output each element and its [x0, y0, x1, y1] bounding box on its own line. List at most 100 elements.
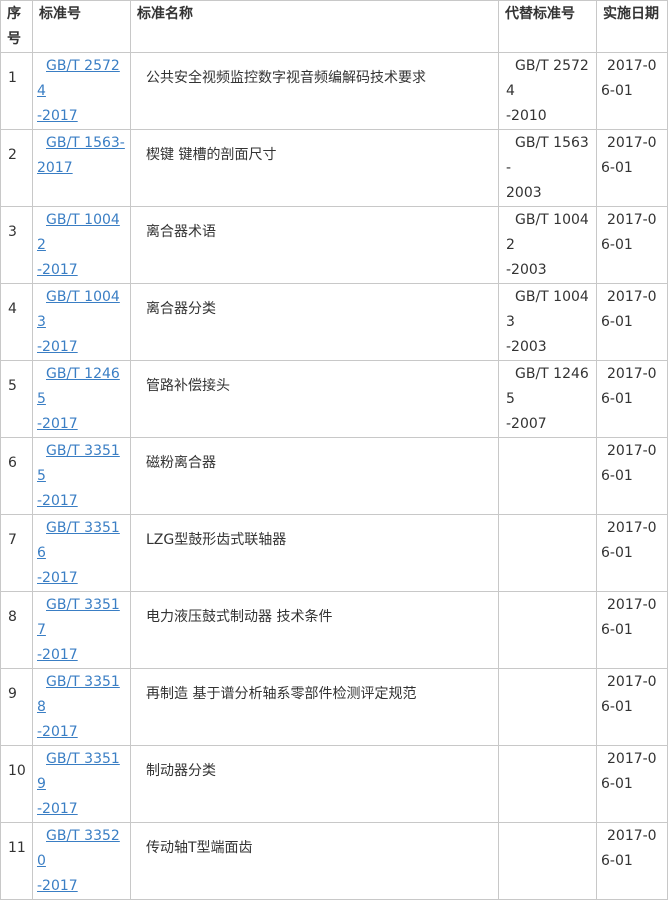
implementation-date-cell: 2017-0 6-01: [596, 437, 668, 515]
replaced-code: [500, 670, 596, 671]
header-date: 实施日期: [596, 0, 668, 53]
implementation-date-cell: 2017-0 6-01: [596, 745, 668, 823]
replaced-code-cell: GB/T 1563- 2003: [498, 129, 597, 207]
implementation-date: 2017-0 6-01: [601, 289, 657, 330]
standard-code-link[interactable]: GB/T 33518 -2017: [37, 674, 120, 740]
standard-code-cell: GB/T 33519 -2017: [32, 745, 131, 823]
replaced-code-cell: [498, 745, 597, 823]
replaced-code: [500, 747, 596, 748]
standard-name-cell: 楔键 键槽的剖面尺寸: [130, 129, 499, 207]
table-row: 9 GB/T 33518 -2017 再制造 基于谱分析轴系零部件检测评定规范 2017…: [0, 668, 668, 746]
standard-code-wrap: GB/T 33515 -2017: [34, 439, 130, 514]
replaced-code-cell: [498, 668, 597, 746]
replaced-code-cell: GB/T 10042 -2003: [498, 206, 597, 284]
table-row: 8 GB/T 33517 -2017 电力液压鼓式制动器 技术条件 2017-0 6-01: [0, 591, 668, 669]
implementation-date: 2017-0 6-01: [601, 212, 657, 253]
implementation-date: 2017-0 6-01: [601, 520, 657, 561]
table-row: 11 GB/T 33520 -2017 传动轴T型端面齿 2017-0 6-01: [0, 822, 668, 900]
implementation-date: 2017-0 6-01: [601, 366, 657, 407]
replaced-code-cell: [498, 822, 597, 900]
standard-code-cell: GB/T 33515 -2017: [32, 437, 131, 515]
standard-name-cell: 制动器分类: [130, 745, 499, 823]
replaced-code-cell: GB/T 25724 -2010: [498, 52, 597, 130]
standard-name: 楔键 键槽的剖面尺寸: [146, 147, 277, 163]
row-number: 9: [8, 686, 17, 702]
standard-name-cell: 磁粉离合器: [130, 437, 499, 515]
standard-code-wrap: GB/T 33519 -2017: [34, 747, 130, 822]
standard-code-cell: GB/T 33517 -2017: [32, 591, 131, 669]
implementation-date: 2017-0 6-01: [601, 597, 657, 638]
standard-code-link[interactable]: GB/T 10043 -2017: [37, 289, 120, 355]
replaced-code: [500, 516, 596, 517]
standard-code-cell: GB/T 10042 -2017: [32, 206, 131, 284]
standard-code-link[interactable]: GB/T 1563- 2017: [37, 135, 125, 176]
standard-code-link[interactable]: GB/T 33517 -2017: [37, 597, 120, 663]
standard-code-cell: GB/T 33516 -2017: [32, 514, 131, 592]
table-row: 5 GB/T 12465 -2017 管路补偿接头 GB/T 12465 -2007 201…: [0, 360, 668, 438]
replaced-code: GB/T 25724 -2010: [506, 58, 589, 124]
row-number-cell: 2: [0, 129, 33, 207]
implementation-date-cell: 2017-0 6-01: [596, 591, 668, 669]
standard-code-cell: GB/T 25724 -2017: [32, 52, 131, 130]
row-number-cell: 7: [0, 514, 33, 592]
table-row: 10 GB/T 33519 -2017 制动器分类 2017-0 6-01: [0, 745, 668, 823]
standard-code-link[interactable]: GB/T 33519 -2017: [37, 751, 120, 817]
implementation-date-cell: 2017-0 6-01: [596, 822, 668, 900]
replaced-code-cell: [498, 437, 597, 515]
standard-name-cell: 电力液压鼓式制动器 技术条件: [130, 591, 499, 669]
standard-code-wrap: GB/T 1563- 2017: [34, 131, 130, 182]
implementation-date-cell: 2017-0 6-01: [596, 668, 668, 746]
header-replaced: 代替标准号: [498, 0, 597, 53]
standard-code-cell: GB/T 33520 -2017: [32, 822, 131, 900]
standard-code-link[interactable]: GB/T 33515 -2017: [37, 443, 120, 509]
replaced-code-cell: GB/T 10043 -2003: [498, 283, 597, 361]
row-number: 10: [8, 763, 26, 779]
standard-code-link[interactable]: GB/T 10042 -2017: [37, 212, 120, 278]
row-number: 3: [8, 224, 17, 240]
standard-code-cell: GB/T 1563- 2017: [32, 129, 131, 207]
standard-name: 电力液压鼓式制动器 技术条件: [146, 609, 333, 625]
standard-name: 离合器分类: [146, 301, 216, 317]
replaced-code: GB/T 10042 -2003: [506, 212, 589, 278]
standard-code-cell: GB/T 12465 -2017: [32, 360, 131, 438]
row-number: 5: [8, 378, 17, 394]
row-number-cell: 10: [0, 745, 33, 823]
replaced-code-cell: GB/T 12465 -2007: [498, 360, 597, 438]
standard-name-cell: 管路补偿接头: [130, 360, 499, 438]
implementation-date-cell: 2017-0 6-01: [596, 360, 668, 438]
standard-code-link[interactable]: GB/T 33520 -2017: [37, 828, 120, 894]
header-name: 标准名称: [130, 0, 499, 53]
row-number: 11: [8, 840, 26, 856]
standard-name-cell: 离合器术语: [130, 206, 499, 284]
row-number-cell: 8: [0, 591, 33, 669]
row-number: 7: [8, 532, 17, 548]
row-number: 4: [8, 301, 17, 317]
replaced-code: GB/T 10043 -2003: [506, 289, 589, 355]
standard-name: 管路补偿接头: [146, 378, 230, 394]
row-number: 1: [8, 70, 17, 86]
header-row: 序号 标准号 标准名称 代替标准号 实施日期: [0, 0, 668, 53]
standard-code-wrap: GB/T 12465 -2017: [34, 362, 130, 437]
implementation-date: 2017-0 6-01: [601, 751, 657, 792]
standard-name-cell: 离合器分类: [130, 283, 499, 361]
standard-name-cell: 公共安全视频监控数字视音频编解码技术要求: [130, 52, 499, 130]
row-number-cell: 5: [0, 360, 33, 438]
standard-code-wrap: GB/T 33516 -2017: [34, 516, 130, 591]
row-number-cell: 9: [0, 668, 33, 746]
standard-code-link[interactable]: GB/T 33516 -2017: [37, 520, 120, 586]
standard-code-cell: GB/T 33518 -2017: [32, 668, 131, 746]
standard-code-wrap: GB/T 33520 -2017: [34, 824, 130, 899]
row-number-cell: 4: [0, 283, 33, 361]
replaced-code: [500, 593, 596, 594]
standard-code-wrap: GB/T 25724 -2017: [34, 54, 130, 129]
row-number-cell: 11: [0, 822, 33, 900]
table-row: 7 GB/T 33516 -2017 LZG型鼓形齿式联轴器 2017-0 6-01: [0, 514, 668, 592]
standard-code-wrap: GB/T 10042 -2017: [34, 208, 130, 283]
standard-name-cell: LZG型鼓形齿式联轴器: [130, 514, 499, 592]
standard-code-link[interactable]: GB/T 12465 -2017: [37, 366, 120, 432]
standard-name: 磁粉离合器: [146, 455, 216, 471]
implementation-date-cell: 2017-0 6-01: [596, 52, 668, 130]
standard-name-cell: 再制造 基于谱分析轴系零部件检测评定规范: [130, 668, 499, 746]
standard-code-wrap: GB/T 33517 -2017: [34, 593, 130, 668]
standard-code-link[interactable]: GB/T 25724 -2017: [37, 58, 120, 124]
